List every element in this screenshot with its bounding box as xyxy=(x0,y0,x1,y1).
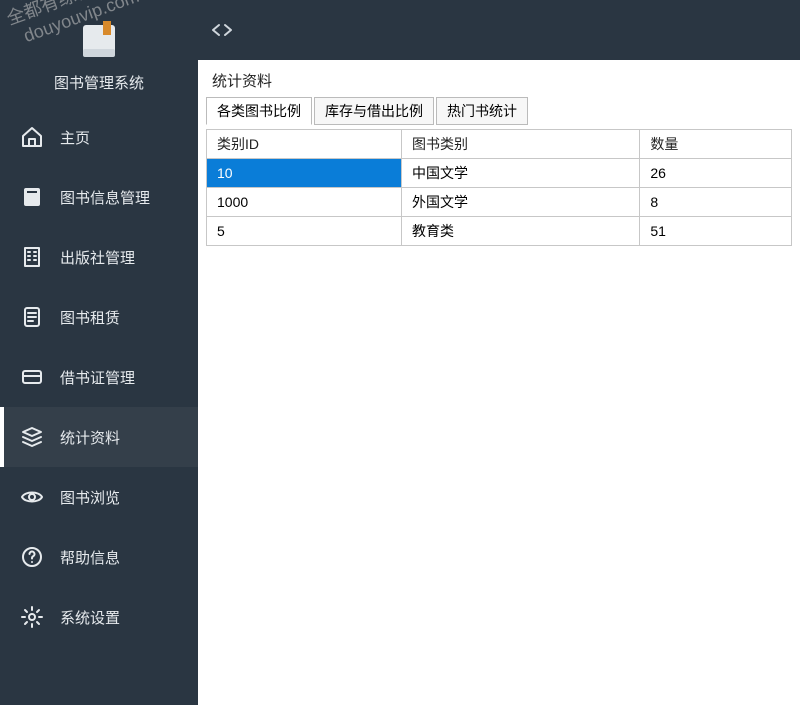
table-header-row: 类别ID图书类别数量 xyxy=(207,130,792,159)
col-header-2[interactable]: 数量 xyxy=(640,130,792,159)
table-body: 10中国文学261000外国文学85教育类51 xyxy=(207,159,792,246)
col-header-1[interactable]: 图书类别 xyxy=(402,130,640,159)
sidebar-item-label: 统计资料 xyxy=(60,427,120,448)
sidebar: 全都有综合资源网 douyouvip.com 图书管理系统 主页图书信息管理出版… xyxy=(0,0,198,705)
eye-icon xyxy=(20,485,44,509)
document-icon xyxy=(20,305,44,329)
sidebar-item-label: 图书租赁 xyxy=(60,307,120,328)
tab-1[interactable]: 库存与借出比例 xyxy=(314,97,434,125)
tab-2[interactable]: 热门书统计 xyxy=(436,97,528,125)
cell: 5 xyxy=(207,217,402,246)
sidebar-item-label: 帮助信息 xyxy=(60,547,120,568)
sidebar-item-8[interactable]: 系统设置 xyxy=(0,587,198,647)
home-icon xyxy=(20,125,44,149)
cell: 51 xyxy=(640,217,792,246)
sidebar-item-label: 出版社管理 xyxy=(60,247,135,268)
tab-0[interactable]: 各类图书比例 xyxy=(206,97,312,125)
cell: 教育类 xyxy=(402,217,640,246)
card-icon xyxy=(20,365,44,389)
sidebar-item-7[interactable]: 帮助信息 xyxy=(0,527,198,587)
cell: 8 xyxy=(640,188,792,217)
sidebar-item-6[interactable]: 图书浏览 xyxy=(0,467,198,527)
cell: 26 xyxy=(640,159,792,188)
cell: 中国文学 xyxy=(402,159,640,188)
brand: 图书管理系统 xyxy=(0,10,198,107)
sidebar-item-2[interactable]: 出版社管理 xyxy=(0,227,198,287)
tabs: 各类图书比例库存与借出比例热门书统计 xyxy=(206,97,792,125)
data-table: 类别ID图书类别数量 10中国文学261000外国文学85教育类51 xyxy=(206,129,792,246)
cell: 10 xyxy=(207,159,402,188)
sidebar-item-1[interactable]: 图书信息管理 xyxy=(0,167,198,227)
gear-icon xyxy=(20,605,44,629)
content-area: 统计资料 各类图书比例库存与借出比例热门书统计 类别ID图书类别数量 10中国文… xyxy=(198,60,800,705)
building-icon xyxy=(20,245,44,269)
sidebar-item-4[interactable]: 借书证管理 xyxy=(0,347,198,407)
table-row[interactable]: 5教育类51 xyxy=(207,217,792,246)
cell: 外国文学 xyxy=(402,188,640,217)
app-logo-icon xyxy=(76,18,122,64)
sidebar-item-5[interactable]: 统计资料 xyxy=(0,407,198,467)
table-row[interactable]: 1000外国文学8 xyxy=(207,188,792,217)
table-row[interactable]: 10中国文学26 xyxy=(207,159,792,188)
nav: 主页图书信息管理出版社管理图书租赁借书证管理统计资料图书浏览帮助信息系统设置 xyxy=(0,107,198,647)
expand-collapse-button[interactable] xyxy=(210,22,234,38)
expand-icon xyxy=(210,22,234,38)
sidebar-item-label: 借书证管理 xyxy=(60,367,135,388)
help-icon xyxy=(20,545,44,569)
sidebar-item-label: 图书浏览 xyxy=(60,487,120,508)
sidebar-item-label: 图书信息管理 xyxy=(60,187,150,208)
sidebar-item-label: 系统设置 xyxy=(60,607,120,628)
col-header-0[interactable]: 类别ID xyxy=(207,130,402,159)
cell: 1000 xyxy=(207,188,402,217)
sidebar-item-label: 主页 xyxy=(60,127,90,148)
stack-icon xyxy=(20,425,44,449)
app-title: 图书管理系统 xyxy=(54,72,144,93)
panel-title: 统计资料 xyxy=(206,66,792,97)
sidebar-item-3[interactable]: 图书租赁 xyxy=(0,287,198,347)
sidebar-item-0[interactable]: 主页 xyxy=(0,107,198,167)
book-icon xyxy=(20,185,44,209)
